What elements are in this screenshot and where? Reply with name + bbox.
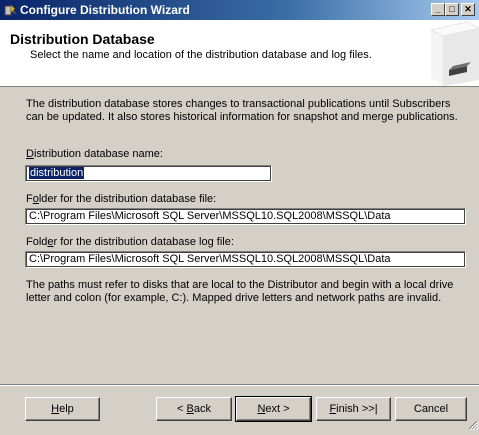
db-name-input[interactable]: distribution: [25, 165, 272, 182]
next-button-post: ext >: [265, 403, 290, 415]
back-button-key: B: [186, 403, 194, 415]
db-name-label-post: istribution database name:: [33, 148, 163, 160]
log-folder-label-post: r for the distribution database log file…: [53, 236, 234, 248]
paths-note-text: The paths must refer to disks that are l…: [26, 279, 454, 304]
window-title: Configure Distribution Wizard: [20, 3, 190, 17]
maximize-button[interactable]: □: [445, 3, 459, 16]
wizard-header: Distribution Database Select the name an…: [0, 20, 479, 87]
log-folder-value: C:\Program Files\Microsoft SQL Server\MS…: [29, 253, 391, 265]
db-folder-label-post: lder for the distribution database file:: [38, 193, 217, 205]
close-button[interactable]: ✕: [461, 3, 475, 16]
wizard-app-icon: [3, 3, 17, 17]
finish-button-post: inish >>|: [336, 403, 378, 415]
title-bar[interactable]: Configure Distribution Wizard _ □ ✕: [0, 0, 479, 20]
back-button[interactable]: < Back: [156, 397, 232, 421]
next-button[interactable]: Next >: [235, 396, 312, 422]
button-divider: [0, 384, 479, 386]
minimize-button[interactable]: _: [431, 3, 445, 16]
back-button-pre: <: [177, 403, 187, 415]
cancel-button-label: Cancel: [413, 403, 449, 415]
db-folder-value: C:\Program Files\Microsoft SQL Server\MS…: [29, 210, 391, 222]
finish-button[interactable]: Finish >>|: [316, 397, 391, 421]
help-button-post: elp: [59, 403, 74, 415]
server-box-graphic: [409, 20, 479, 86]
log-folder-label-pre: Fold: [26, 236, 48, 248]
db-folder-label-pre: F: [26, 193, 33, 205]
intro-text: The distribution database stores changes…: [26, 98, 458, 123]
resize-grip-icon[interactable]: [466, 417, 479, 431]
cancel-button[interactable]: Cancel: [395, 397, 467, 421]
db-name-label-key: D: [26, 148, 34, 160]
help-button[interactable]: Help: [25, 397, 100, 421]
wizard-window: Configure Distribution Wizard _ □ ✕ Dist…: [0, 0, 479, 431]
help-button-key: H: [51, 403, 60, 415]
log-folder-label: Folder for the distribution database log…: [26, 236, 234, 248]
db-name-value: distribution: [29, 167, 85, 179]
page-title: Distribution Database: [10, 31, 155, 47]
db-folder-input[interactable]: C:\Program Files\Microsoft SQL Server\MS…: [25, 208, 466, 225]
back-button-post: ack: [193, 403, 211, 415]
db-name-label: Distribution database name:: [26, 148, 163, 160]
db-folder-label: Folder for the distribution database fil…: [26, 193, 216, 205]
log-folder-input[interactable]: C:\Program Files\Microsoft SQL Server\MS…: [25, 251, 466, 268]
page-subtitle: Select the name and location of the dist…: [30, 49, 372, 61]
